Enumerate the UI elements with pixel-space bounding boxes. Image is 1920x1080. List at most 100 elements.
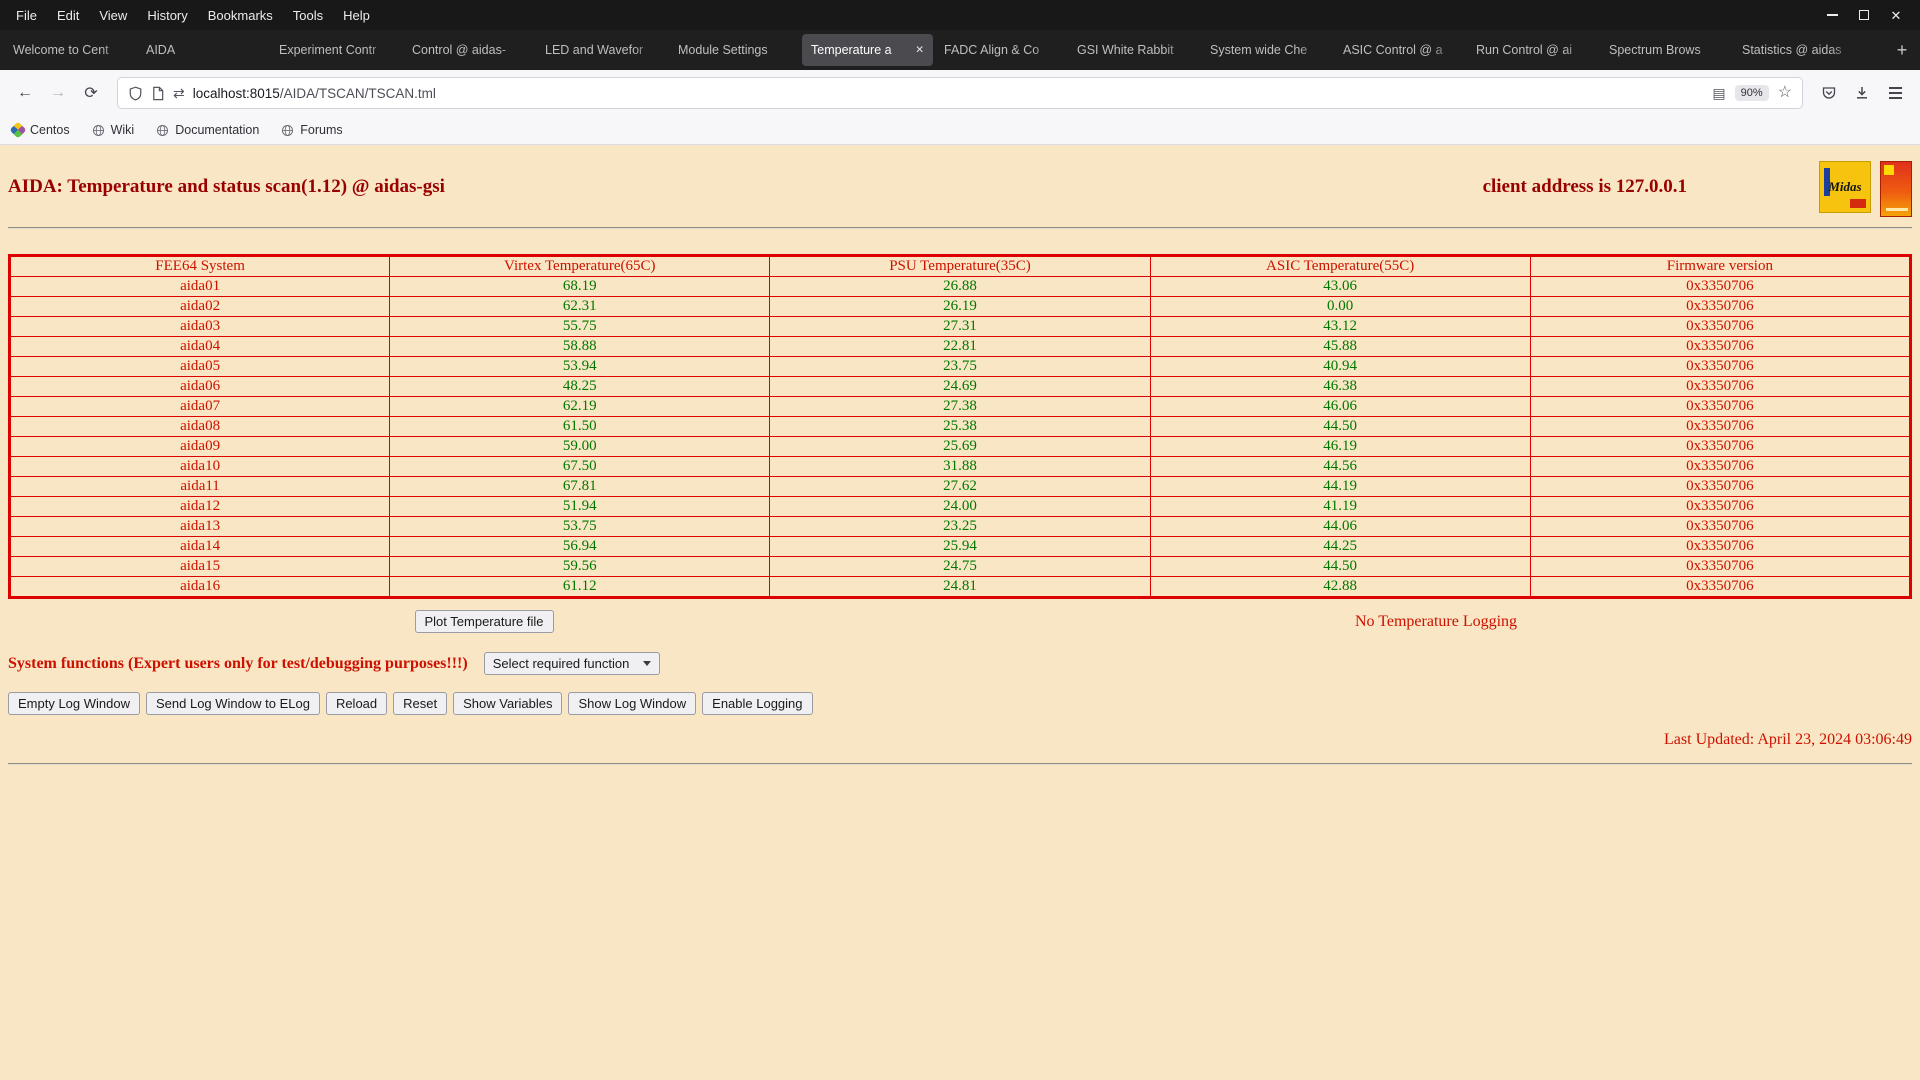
client-address: client address is 127.0.0.1 — [1483, 176, 1687, 198]
midas-logo: Midas — [1819, 161, 1871, 213]
psu-temp-cell: 22.81 — [770, 337, 1150, 357]
show-variables-button[interactable]: Show Variables — [453, 692, 562, 715]
tab-strip: Welcome to Cent AIDA Experiment Contr Contr… — [3, 34, 1887, 66]
table-row: aida0762.1927.3846.060x3350706 — [10, 397, 1911, 417]
menu-bar: FileEditViewHistoryBookmarksToolsHelp ✕ — [0, 0, 1920, 30]
bookmark-documentation[interactable]: Documentation — [156, 123, 259, 137]
menu-edit[interactable]: Edit — [47, 4, 89, 27]
show-log-window-button[interactable]: Show Log Window — [568, 692, 696, 715]
tab-14[interactable]: Statistics @ aidas — [1733, 34, 1864, 66]
bookmark-centos[interactable]: Centos — [12, 123, 70, 137]
pocket-icon[interactable] — [1814, 78, 1844, 108]
midas-logo-red-mark — [1850, 199, 1866, 208]
tab-5[interactable]: LED and Wavefor — [536, 34, 667, 66]
tab-2[interactable]: AIDA — [137, 34, 268, 66]
psu-temp-cell: 25.38 — [770, 417, 1150, 437]
table-row: aida0458.8822.8145.880x3350706 — [10, 337, 1911, 357]
bookmark-forums[interactable]: Forums — [281, 123, 342, 137]
back-button[interactable]: ← — [10, 78, 40, 108]
asic-temp-cell: 44.06 — [1150, 517, 1530, 537]
menu-file[interactable]: File — [6, 4, 47, 27]
connection-icon[interactable]: ⇄ — [173, 86, 185, 100]
reload-button[interactable]: Reload — [326, 692, 387, 715]
firmware-cell: 0x3350706 — [1530, 437, 1910, 457]
logging-status-text: No Temperature Logging — [1355, 613, 1517, 631]
zoom-level-badge[interactable]: 90% — [1735, 85, 1769, 101]
tab-close-icon[interactable]: ✕ — [915, 44, 924, 56]
tab-label: Welcome to Cent — [13, 43, 126, 57]
asic-temp-cell: 44.19 — [1150, 477, 1530, 497]
bookmark-star-icon[interactable]: ☆ — [1778, 85, 1792, 101]
globe-icon — [281, 124, 294, 137]
page-icon[interactable] — [151, 86, 165, 101]
fee64-system-cell: aida11 — [10, 477, 390, 497]
tab-12[interactable]: Run Control @ ai — [1467, 34, 1598, 66]
menu-view[interactable]: View — [89, 4, 137, 27]
tab-10[interactable]: System wide Che — [1201, 34, 1332, 66]
menu-hamburger-icon[interactable] — [1880, 78, 1910, 108]
table-row: aida1067.5031.8844.560x3350706 — [10, 457, 1911, 477]
fee64-system-cell: aida06 — [10, 377, 390, 397]
fee64-system-cell: aida12 — [10, 497, 390, 517]
window-controls: ✕ — [1816, 2, 1920, 28]
tab-1[interactable]: Welcome to Cent — [4, 34, 135, 66]
empty-log-window-button[interactable]: Empty Log Window — [8, 692, 140, 715]
firmware-cell: 0x3350706 — [1530, 537, 1910, 557]
close-button[interactable]: ✕ — [1880, 2, 1912, 28]
column-header: PSU Temperature(35C) — [770, 256, 1150, 277]
enable-logging-button[interactable]: Enable Logging — [702, 692, 812, 715]
function-select[interactable]: Select required function — [484, 652, 661, 675]
globe-icon — [92, 124, 105, 137]
reset-button[interactable]: Reset — [393, 692, 447, 715]
tab-label: GSI White Rabbit — [1077, 43, 1190, 57]
tab-label: AIDA — [146, 43, 259, 57]
table-row: aida1251.9424.0041.190x3350706 — [10, 497, 1911, 517]
bookmark-label: Documentation — [175, 123, 259, 137]
virtex-temp-cell: 58.88 — [390, 337, 770, 357]
asic-temp-cell: 40.94 — [1150, 357, 1530, 377]
tab-label: Control @ aidas- — [412, 43, 525, 57]
tab-4[interactable]: Control @ aidas- — [403, 34, 534, 66]
tab-7[interactable]: Temperature a✕ — [802, 34, 933, 66]
virtex-temp-cell: 68.19 — [390, 277, 770, 297]
page-title: AIDA: Temperature and status scan(1.12) … — [8, 176, 445, 198]
tab-label: Module Settings — [678, 43, 791, 57]
firmware-cell: 0x3350706 — [1530, 397, 1910, 417]
tab-8[interactable]: FADC Align & Co — [935, 34, 1066, 66]
chevron-down-icon — [643, 661, 651, 666]
url-bar[interactable]: ⇄ localhost:8015/AIDA/TSCAN/TSCAN.tml ▤ … — [117, 77, 1803, 109]
shield-icon[interactable] — [128, 86, 143, 101]
maximize-button[interactable] — [1848, 2, 1880, 28]
plot-temperature-file-button[interactable]: Plot Temperature file — [415, 610, 554, 633]
send-log-window-to-elog-button[interactable]: Send Log Window to ELog — [146, 692, 320, 715]
downloads-icon[interactable] — [1847, 78, 1877, 108]
virtex-temp-cell: 53.75 — [390, 517, 770, 537]
menu-tools[interactable]: Tools — [283, 4, 333, 27]
menu-history[interactable]: History — [137, 4, 197, 27]
tab-6[interactable]: Module Settings — [669, 34, 800, 66]
table-row: aida1167.8127.6244.190x3350706 — [10, 477, 1911, 497]
fee64-system-cell: aida10 — [10, 457, 390, 477]
bookmark-wiki[interactable]: Wiki — [92, 123, 135, 137]
asic-temp-cell: 46.19 — [1150, 437, 1530, 457]
tab-9[interactable]: GSI White Rabbit — [1068, 34, 1199, 66]
virtex-temp-cell: 61.50 — [390, 417, 770, 437]
reader-mode-icon[interactable]: ▤ — [1712, 86, 1725, 100]
table-header-row: FEE64 SystemVirtex Temperature(65C)PSU T… — [10, 256, 1911, 277]
tab-11[interactable]: ASIC Control @ a — [1334, 34, 1465, 66]
asic-temp-cell: 44.50 — [1150, 417, 1530, 437]
firmware-cell: 0x3350706 — [1530, 477, 1910, 497]
menu-bookmarks[interactable]: Bookmarks — [198, 4, 283, 27]
tab-13[interactable]: Spectrum Brows — [1600, 34, 1731, 66]
tab-label: Spectrum Brows — [1609, 43, 1722, 57]
divider-top — [8, 227, 1912, 229]
new-tab-button[interactable]: + — [1887, 35, 1917, 65]
forward-button[interactable]: → — [43, 78, 73, 108]
tab-label: LED and Wavefor — [545, 43, 658, 57]
page-header: AIDA: Temperature and status scan(1.12) … — [8, 161, 1912, 217]
menu-help[interactable]: Help — [333, 4, 380, 27]
minimize-button[interactable] — [1816, 2, 1848, 28]
tab-3[interactable]: Experiment Contr — [270, 34, 401, 66]
fee64-system-cell: aida03 — [10, 317, 390, 337]
reload-button[interactable]: ⟳ — [76, 78, 106, 108]
